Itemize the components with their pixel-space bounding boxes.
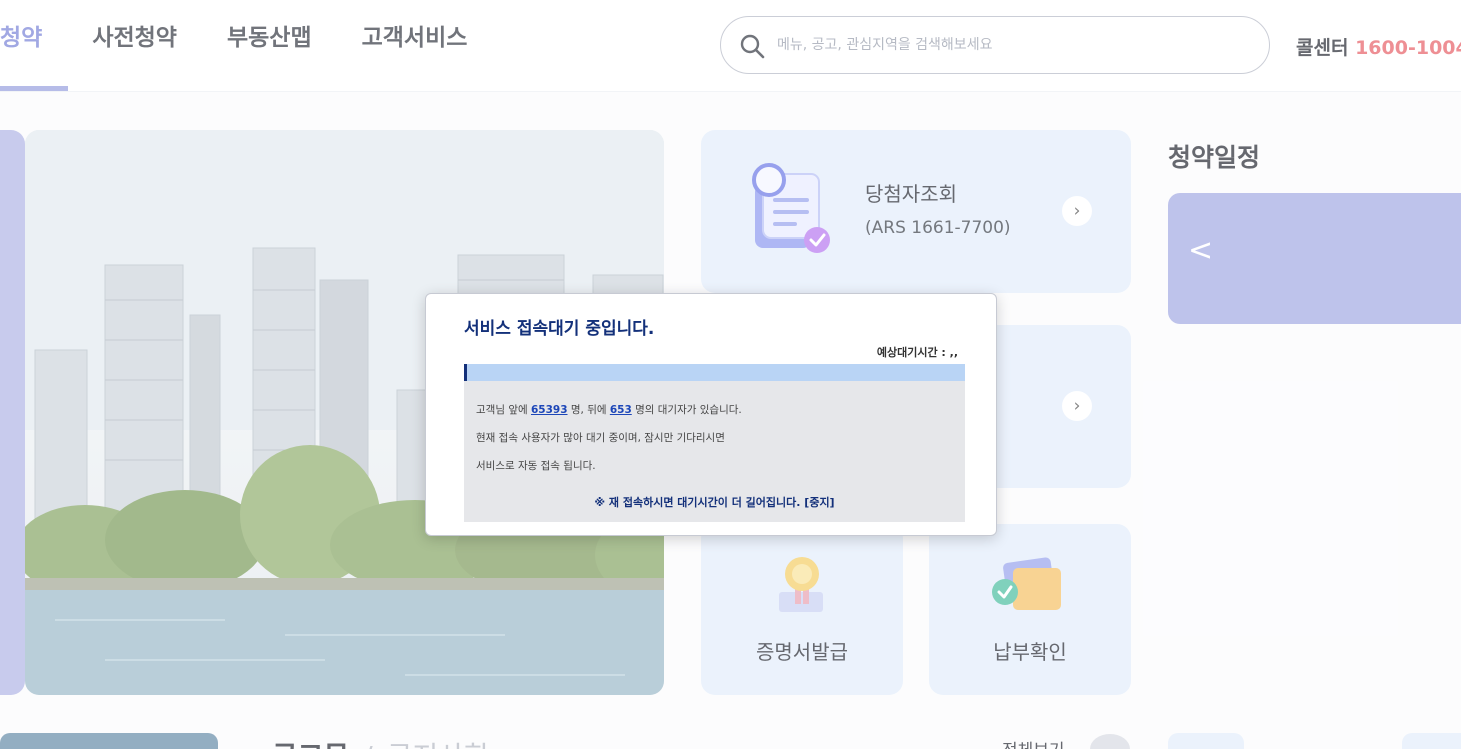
queue-ahead-count: 65393 [530, 404, 568, 416]
reconnect-warning-stop-link[interactable]: ※ 재 접속하시면 대기시간이 더 길어집니다. [중지] [464, 494, 965, 510]
modal-title: 서비스 접속대기 중입니다. [464, 319, 655, 339]
queue-info-line: 현재 접속 사용자가 많아 대기 중이며, 잠시만 기다리시면 [476, 432, 725, 444]
queue-text: 고객님 앞에 [476, 404, 531, 416]
queue-behind-count: 653 [609, 404, 632, 416]
queue-count-line: 고객님 앞에 65393 명, 뒤에 653 명의 대기자가 있습니다. [476, 402, 742, 417]
queue-message-box: 고객님 앞에 65393 명, 뒤에 653 명의 대기자가 있습니다. 현재 … [464, 381, 965, 522]
queue-progress-fill [464, 364, 467, 381]
queue-auto-connect-line: 서비스로 자동 접속 됩니다. [476, 460, 596, 472]
queue-text: 명의 대기자가 있습니다. [631, 404, 742, 416]
waiting-queue-modal: 서비스 접속대기 중입니다. 예상대기시간 : ,, 고객님 앞에 65393 … [425, 293, 997, 536]
queue-progress-bar [464, 364, 965, 381]
estimated-wait-time: 예상대기시간 : ,, [876, 346, 958, 359]
queue-text: 명, 뒤에 [567, 404, 610, 416]
